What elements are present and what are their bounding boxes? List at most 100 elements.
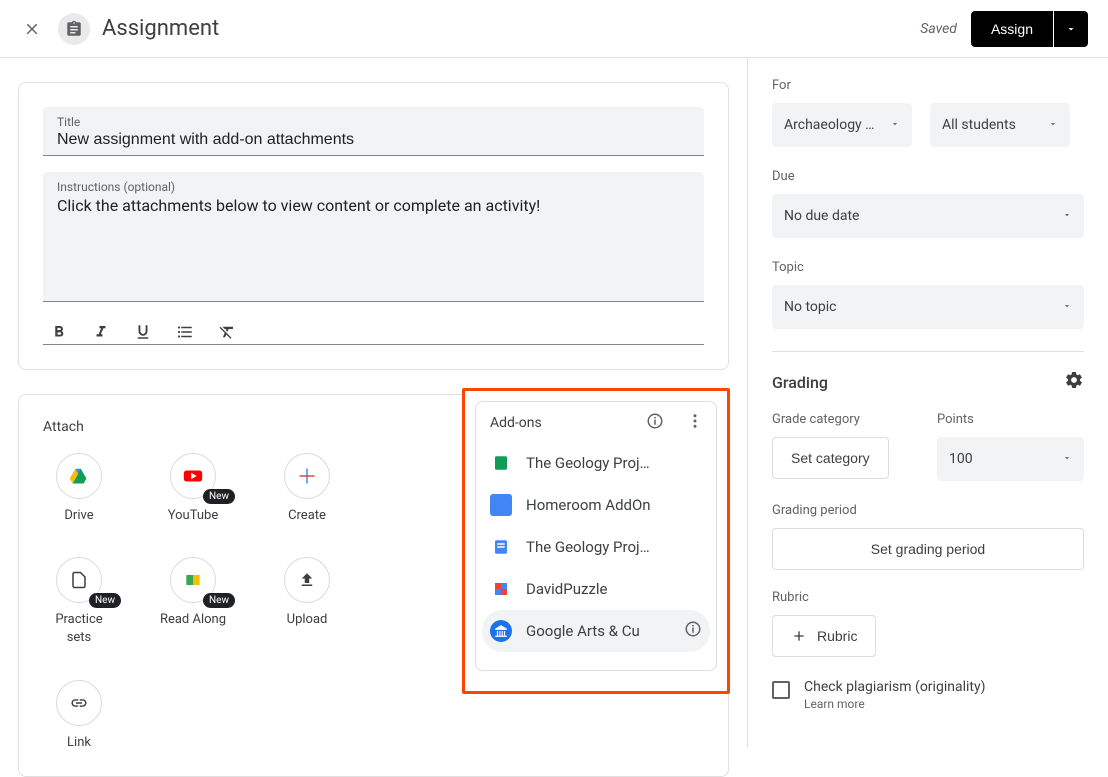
plagiarism-label: Check plagiarism (originality): [804, 679, 985, 695]
addon-label: The Geology Proj…: [526, 538, 702, 556]
list-icon: [176, 323, 194, 341]
addons-list[interactable]: The Geology Proj… Homeroom AddOn The Geo…: [476, 442, 716, 670]
saved-status: Saved: [920, 21, 957, 37]
format-toolbar: [43, 318, 704, 345]
grading-settings-button[interactable]: [1064, 370, 1084, 394]
clear-format-button[interactable]: [217, 322, 237, 342]
underline-button[interactable]: [133, 322, 153, 342]
students-value: All students: [942, 117, 1016, 133]
attach-drive[interactable]: Drive: [43, 453, 115, 525]
set-category-button[interactable]: Set category: [772, 437, 889, 479]
plus-icon: [791, 628, 807, 644]
attach-label: YouTube: [168, 507, 219, 525]
addons-menu-button[interactable]: [686, 412, 704, 434]
plagiarism-checkbox[interactable]: [772, 681, 790, 699]
header-bar: Assignment Saved Assign: [0, 0, 1108, 58]
drive-icon: [69, 466, 89, 486]
new-badge: New: [203, 489, 235, 504]
caret-down-icon: [890, 119, 900, 129]
caret-down-icon: [1048, 119, 1058, 129]
new-badge: New: [89, 593, 121, 608]
addon-item[interactable]: DavidPuzzle: [476, 568, 716, 610]
bold-button[interactable]: [49, 322, 69, 342]
addons-title: Add-ons: [490, 415, 542, 431]
addon-info-button[interactable]: [684, 620, 702, 642]
addon-item[interactable]: Homeroom AddOn: [476, 484, 716, 526]
close-button[interactable]: [20, 17, 44, 41]
gear-icon: [1064, 370, 1084, 390]
instructions-field[interactable]: Instructions (optional) Click the attach…: [43, 172, 704, 302]
bold-icon: [50, 323, 68, 341]
italic-icon: [92, 323, 110, 341]
instructions-input[interactable]: Click the attachments below to view cont…: [57, 194, 690, 215]
points-selector[interactable]: 100: [937, 437, 1084, 481]
info-icon: [684, 620, 702, 638]
attach-youtube[interactable]: New YouTube: [157, 453, 229, 525]
points-value: 100: [949, 451, 973, 467]
attach-label: Create: [288, 507, 326, 525]
attach-label: Read Along: [160, 611, 226, 629]
addons-panel: Add-ons The Geology Proj… Homeroom AddOn…: [475, 401, 717, 671]
bullet-list-button[interactable]: [175, 322, 195, 342]
plagiarism-learn-more[interactable]: Learn more: [804, 697, 985, 711]
caret-down-icon: [1065, 23, 1077, 35]
info-icon: [646, 412, 664, 430]
addon-label: Homeroom AddOn: [526, 496, 702, 514]
attach-read-along[interactable]: New Read Along: [157, 557, 229, 647]
link-icon: [70, 694, 88, 712]
attach-practice-sets[interactable]: New Practice sets: [43, 557, 115, 647]
instructions-label: Instructions (optional): [57, 180, 690, 194]
topic-label: Topic: [772, 260, 1084, 275]
menu-dots-icon: [686, 412, 704, 430]
clipboard-icon: [65, 20, 83, 38]
due-value: No due date: [784, 208, 859, 224]
attach-upload[interactable]: Upload: [271, 557, 343, 647]
assignment-type-icon: [58, 13, 90, 45]
page-title: Assignment: [102, 16, 219, 41]
grading-period-label: Grading period: [772, 503, 1084, 518]
for-label: For: [772, 78, 1084, 93]
class-selector[interactable]: Archaeology …: [772, 103, 912, 147]
caret-down-icon: [1062, 210, 1072, 220]
assign-dropdown-button[interactable]: [1054, 11, 1088, 47]
addons-panel-highlight: Add-ons The Geology Proj… Homeroom AddOn…: [462, 388, 730, 694]
students-selector[interactable]: All students: [930, 103, 1070, 147]
attach-label: Upload: [287, 611, 328, 629]
upload-icon: [298, 571, 316, 589]
grading-heading: Grading: [772, 373, 828, 392]
title-input[interactable]: [57, 129, 690, 149]
addon-icon: [492, 580, 510, 598]
attach-create[interactable]: Create: [271, 453, 343, 525]
underline-icon: [134, 323, 152, 341]
attach-link[interactable]: Link: [43, 680, 115, 752]
caret-down-icon: [1062, 453, 1072, 463]
italic-button[interactable]: [91, 322, 111, 342]
due-label: Due: [772, 169, 1084, 184]
addon-label: Google Arts & Cu: [526, 622, 670, 640]
due-date-selector[interactable]: No due date: [772, 194, 1084, 238]
title-field[interactable]: Title: [43, 107, 704, 156]
rubric-button[interactable]: Rubric: [772, 615, 876, 657]
close-icon: [23, 20, 41, 38]
points-label: Points: [937, 412, 1084, 427]
clear-format-icon: [218, 323, 236, 341]
addons-info-button[interactable]: [646, 412, 664, 434]
document-icon: [70, 571, 88, 589]
content-card: Title Instructions (optional) Click the …: [18, 82, 729, 370]
set-grading-period-button[interactable]: Set grading period: [772, 528, 1084, 570]
rubric-label: Rubric: [772, 590, 1084, 605]
addon-item[interactable]: The Geology Proj…: [476, 526, 716, 568]
addon-label: DavidPuzzle: [526, 580, 702, 598]
topic-value: No topic: [784, 299, 836, 315]
addon-item[interactable]: Google Arts & Cu: [482, 610, 710, 652]
topic-selector[interactable]: No topic: [772, 285, 1084, 329]
addon-item[interactable]: The Geology Proj…: [476, 442, 716, 484]
addon-icon: [492, 454, 510, 472]
museum-icon: [494, 624, 508, 638]
grade-category-label: Grade category: [772, 412, 919, 427]
rubric-button-label: Rubric: [817, 628, 857, 644]
attach-label: Drive: [64, 507, 93, 525]
addon-label: The Geology Proj…: [526, 454, 702, 472]
class-value: Archaeology …: [784, 117, 875, 133]
assign-button[interactable]: Assign: [971, 11, 1053, 47]
